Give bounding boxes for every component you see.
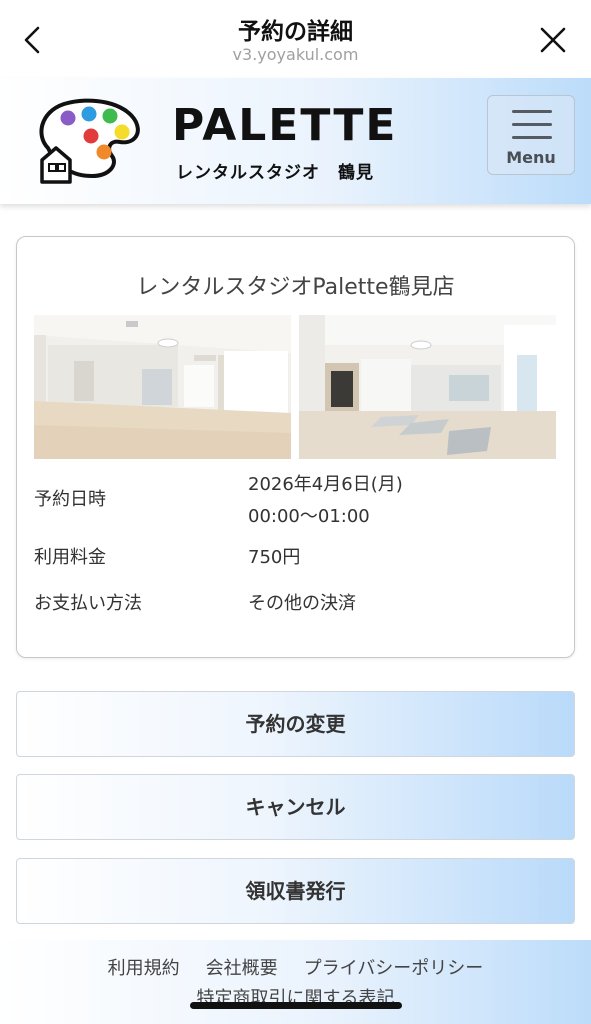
payment-value: その他の決済 — [248, 593, 356, 614]
browser-top-bar: 予約の詳細 v3.yoyakul.com — [0, 0, 591, 78]
brand-name: PALETTE — [172, 100, 398, 151]
reservation-time: 00:00〜01:00 — [248, 506, 370, 527]
cancel-reservation-button[interactable]: キャンセル — [16, 774, 575, 840]
reservation-date: 2026年4月6日(月) — [248, 474, 403, 495]
palette-house-icon — [39, 98, 140, 184]
brand-subtitle-text: レンタルスタジオ — [176, 163, 320, 183]
site-footer: 利用規約 会社概要 プライバシーポリシー 特定商取引に関する表記 — [0, 940, 591, 1024]
close-icon — [540, 27, 566, 53]
reservation-date-value: 2026年4月6日(月) 00:00〜01:00 — [248, 469, 403, 533]
footer-link-terms[interactable]: 利用規約 — [108, 958, 180, 979]
menu-label: Menu — [506, 148, 556, 167]
footer-link-company[interactable]: 会社概要 — [206, 958, 278, 979]
fee-value: 750円 — [248, 547, 301, 568]
close-button[interactable] — [533, 20, 573, 60]
hamburger-icon — [512, 110, 552, 142]
issue-receipt-button[interactable]: 領収書発行 — [16, 858, 575, 924]
footer-link-privacy[interactable]: プライバシーポリシー — [304, 958, 484, 979]
palette-logo[interactable] — [34, 96, 142, 184]
reservation-card: レンタルスタジオPalette鶴見店 予約日時 2026年4月6日(月) 00:… — [16, 236, 575, 658]
home-indicator — [190, 1002, 402, 1009]
page-title: 予約の詳細 — [238, 19, 353, 45]
page-url: v3.yoyakul.com — [232, 45, 359, 64]
studio-photo-1 — [34, 315, 291, 459]
menu-button[interactable]: Menu — [487, 95, 575, 175]
reservation-date-label: 予約日時 — [34, 489, 106, 510]
brand-subtitle: レンタルスタジオ 鶴見 — [176, 158, 374, 183]
site-header: PALETTE レンタルスタジオ 鶴見 Menu — [0, 78, 591, 204]
store-name: レンタルスタジオPalette鶴見店 — [136, 275, 455, 300]
studio-photo-2 — [299, 315, 556, 459]
footer-links: 利用規約 会社概要 プライバシーポリシー — [0, 954, 591, 980]
brand-branch: 鶴見 — [338, 163, 374, 183]
change-reservation-button[interactable]: 予約の変更 — [16, 691, 575, 757]
fee-label: 利用料金 — [34, 547, 106, 568]
payment-label: お支払い方法 — [34, 593, 142, 614]
